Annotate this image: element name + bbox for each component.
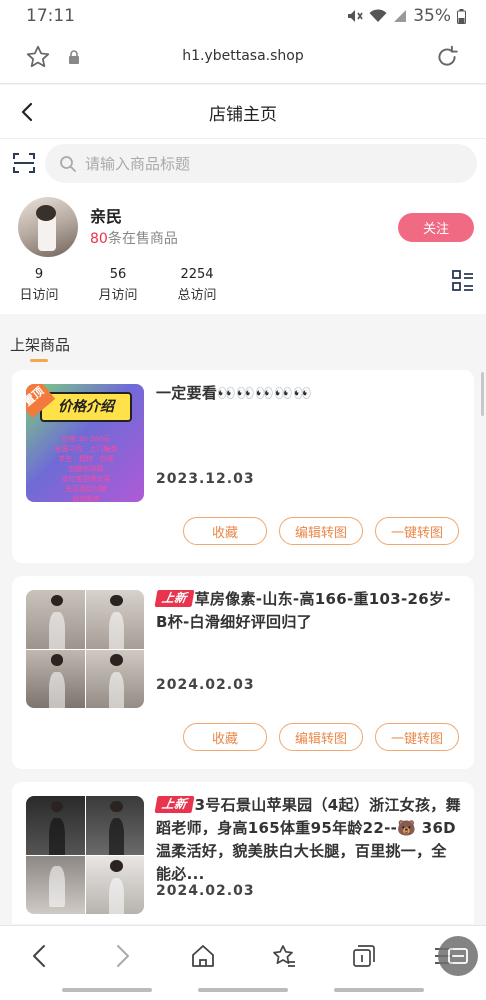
follow-button[interactable]: 关注 xyxy=(398,213,474,242)
battery-icon xyxy=(457,8,466,24)
product-date: 2024.02.03 xyxy=(156,677,255,693)
product-title[interactable]: 上新 草房像素-山东-高166-重103-26岁-B杯-白滑细好评回归了 xyxy=(154,588,461,634)
on-sale-count: 80条在售商品 xyxy=(90,231,178,247)
product-thumbnail[interactable] xyxy=(26,796,144,914)
stat-total: 2254 总访问 xyxy=(177,267,217,303)
product-section: 上架商品 价格介绍 置顶 价格:30-300元 全国可约 · 上门服务 学生 ·… xyxy=(0,314,486,924)
product-actions: 收藏 编辑转图 一键转图 xyxy=(183,517,459,545)
section-title: 上架商品 xyxy=(10,336,71,354)
one-click-convert-button[interactable]: 一键转图 xyxy=(375,517,459,545)
url-text[interactable]: h1.ybettasa.shop xyxy=(0,48,486,64)
stat-monthly: 56 月访问 xyxy=(98,267,138,303)
scan-icon[interactable] xyxy=(12,151,36,175)
product-thumbnail[interactable]: 价格介绍 置顶 价格:30-300元 全国可约 · 上门服务 学生 · 模特 ·… xyxy=(26,384,144,502)
status-bar: 17:11 35% xyxy=(0,0,486,32)
new-badge: 上新 xyxy=(154,590,195,607)
product-actions: 收藏 编辑转图 一键转图 xyxy=(183,723,459,751)
thumb-lines: 价格:30-300元 全国可约 · 上门服务 学生 · 模特 · 白领 加微信详… xyxy=(54,435,118,502)
gesture-bar-center xyxy=(198,988,288,992)
product-date: 2024.02.03 xyxy=(156,883,255,899)
search-row xyxy=(0,139,486,189)
shop-name: 亲民 xyxy=(90,207,123,226)
search-box[interactable] xyxy=(45,144,477,183)
forward-icon[interactable] xyxy=(110,942,134,970)
search-icon xyxy=(60,155,76,172)
status-time: 17:11 xyxy=(26,6,75,26)
visit-stats: 9 日访问 56 月访问 2254 总访问 xyxy=(0,267,486,307)
bookmarks-icon[interactable] xyxy=(270,942,298,970)
gesture-bar-right xyxy=(334,988,424,992)
collect-button[interactable]: 收藏 xyxy=(183,723,267,751)
category-grid-icon[interactable] xyxy=(452,270,474,292)
back-icon[interactable] xyxy=(28,942,52,970)
product-thumbnail[interactable] xyxy=(26,590,144,708)
home-icon[interactable] xyxy=(190,942,216,970)
collect-button[interactable]: 收藏 xyxy=(183,517,267,545)
tabs-icon[interactable] xyxy=(350,942,378,970)
product-title[interactable]: 一定要看👀👀👀👀👀 xyxy=(156,382,461,405)
floating-toolbar-button[interactable] xyxy=(438,936,478,976)
toolbar-icon xyxy=(448,948,468,964)
signal-icon xyxy=(394,10,407,22)
page-title: 店铺主页 xyxy=(209,105,277,125)
wifi-icon xyxy=(369,9,387,22)
mute-icon xyxy=(348,10,363,22)
one-click-convert-button[interactable]: 一键转图 xyxy=(375,723,459,751)
section-underline xyxy=(30,359,48,362)
battery-text: 35% xyxy=(413,6,451,26)
product-date: 2023.12.03 xyxy=(156,471,255,487)
page-header: 店铺主页 xyxy=(0,85,486,139)
edit-convert-button[interactable]: 编辑转图 xyxy=(279,517,363,545)
browser-url-bar: h1.ybettasa.shop xyxy=(0,32,486,84)
gesture-bar-left xyxy=(62,988,152,992)
avatar[interactable] xyxy=(18,197,78,257)
product-card[interactable]: 价格介绍 置顶 价格:30-300元 全国可约 · 上门服务 学生 · 模特 ·… xyxy=(12,370,474,563)
edit-convert-button[interactable]: 编辑转图 xyxy=(279,723,363,751)
search-input[interactable] xyxy=(85,154,445,173)
stat-daily: 9 日访问 xyxy=(19,267,59,303)
product-title[interactable]: 上新 3号石景山苹果园（4起）浙江女孩，舞蹈老师，身高165体重95年龄22--🐻… xyxy=(154,794,461,886)
shop-profile: 亲民 80条在售商品 关注 9 日访问 56 月访问 2254 总访问 xyxy=(0,189,486,314)
scrollbar[interactable] xyxy=(481,372,484,416)
product-card[interactable]: 上新 草房像素-山东-高166-重103-26岁-B杯-白滑细好评回归了 2024… xyxy=(12,576,474,769)
reload-icon[interactable] xyxy=(434,44,460,70)
product-card[interactable]: 上新 3号石景山苹果园（4起）浙江女孩，舞蹈老师，身高165体重95年龄22--🐻… xyxy=(12,782,474,924)
new-badge: 上新 xyxy=(154,796,195,813)
